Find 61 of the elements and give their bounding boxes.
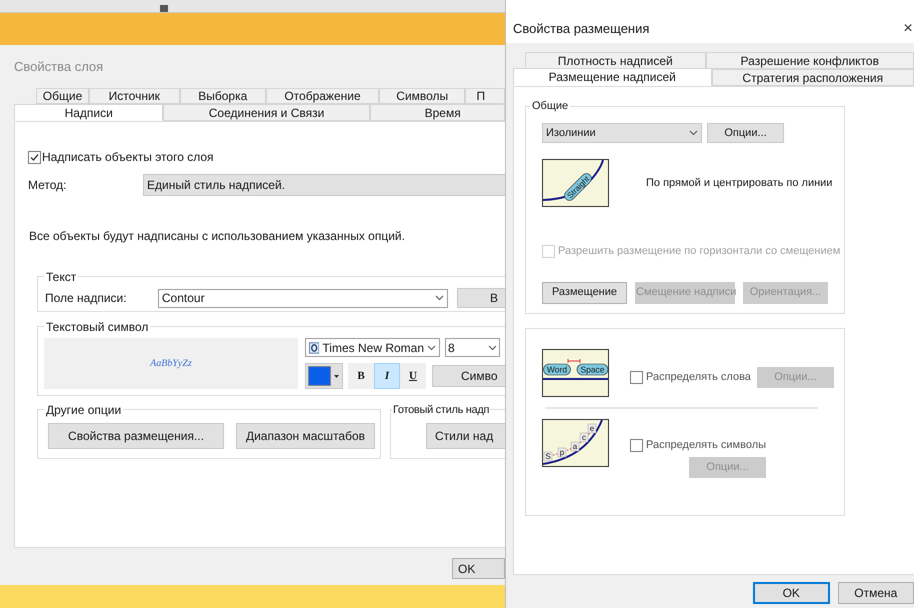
checkbox-label: Распределять слова [646, 370, 751, 386]
placement-button[interactable]: Размещение [542, 282, 627, 304]
italic-button[interactable]: I [374, 363, 400, 389]
tab[interactable]: Плотность надписей [525, 52, 706, 69]
close-button[interactable]: × [902, 16, 914, 40]
tab[interactable]: Символы [379, 88, 466, 104]
dialog-title: Свойства слоя [14, 58, 104, 76]
tab[interactable]: Стратегия расположения [712, 69, 914, 86]
word-spacing-illustration: Word Space [542, 349, 609, 397]
placement-caption: По прямой и центрировать по линии [646, 176, 832, 191]
checkbox-label: Разрешить размещение по горизонтали со смещением [558, 244, 840, 259]
method-field[interactable]: Единый стиль надписей. [143, 174, 505, 196]
placement-properties-button[interactable]: Свойства размещения... [48, 423, 224, 449]
chevron-down-icon [427, 344, 436, 350]
scale-range-button[interactable]: Диапазон масштабов [236, 423, 375, 449]
tab[interactable]: Размещение надписей [513, 68, 712, 86]
group-title: Готовый стиль надп [392, 402, 490, 418]
ok-button[interactable]: OK [753, 582, 830, 604]
caret-icon [334, 374, 339, 378]
tab[interactable]: Надписи [14, 104, 164, 121]
font-size-value: 8 [448, 340, 455, 356]
tab[interactable]: Разрешение конфликтов [706, 52, 914, 69]
tab[interactable]: Источник [89, 88, 180, 104]
checkbox[interactable] [630, 371, 643, 384]
placement-dropdown[interactable]: Изолинии [542, 123, 702, 143]
expression-button[interactable]: В [457, 288, 505, 308]
tab[interactable]: Время [370, 104, 505, 121]
checkbox[interactable] [630, 438, 643, 452]
font-name: Times New Roman [322, 340, 424, 356]
bold-button[interactable]: B [348, 363, 374, 389]
size-dropdown[interactable]: 8 [445, 338, 500, 357]
tab[interactable]: П [465, 88, 505, 104]
font-dropdown[interactable]: Times New Roman [305, 338, 440, 357]
color-picker-button[interactable] [305, 363, 343, 389]
tab[interactable]: Выборка [180, 88, 266, 104]
cancel-button[interactable]: Отмена [838, 582, 914, 604]
checkbox[interactable] [28, 150, 41, 164]
options-button[interactable]: Опции... [707, 123, 784, 143]
dialog-title: Свойства размещения [513, 20, 650, 38]
font-type-icon [309, 342, 320, 354]
underline-button[interactable]: U [400, 363, 426, 389]
chevron-down-icon [488, 344, 497, 350]
checkbox-label: Распределять символы [646, 438, 766, 453]
label-styles-button[interactable]: Стили над [426, 423, 505, 449]
label-field-dropdown[interactable]: Contour [158, 288, 448, 308]
ok-button[interactable]: OK [452, 558, 505, 579]
checkbox-label: Надписать объекты этого слоя [42, 149, 214, 166]
tab[interactable]: Соединения и Связи [163, 104, 370, 121]
dropdown-value: Contour [162, 290, 205, 307]
character-spacing-illustration: S p a c e [542, 419, 609, 467]
preview-sample-text: AaBbYyZz [150, 357, 192, 371]
chevron-down-icon [435, 295, 444, 301]
dropdown-value: Изолинии [546, 126, 596, 141]
description-text: Все объекты будут надписаны с использованием указанных опций. [29, 228, 406, 245]
tab[interactable]: Отображение [266, 88, 379, 104]
field-label: Метод: [28, 177, 68, 194]
chevron-down-icon [689, 130, 698, 136]
tab[interactable]: Общие [36, 88, 90, 104]
symbol-button[interactable]: Симво [432, 365, 505, 387]
group-title: Общие [530, 98, 570, 114]
field-label: Поле надписи: [45, 290, 128, 307]
